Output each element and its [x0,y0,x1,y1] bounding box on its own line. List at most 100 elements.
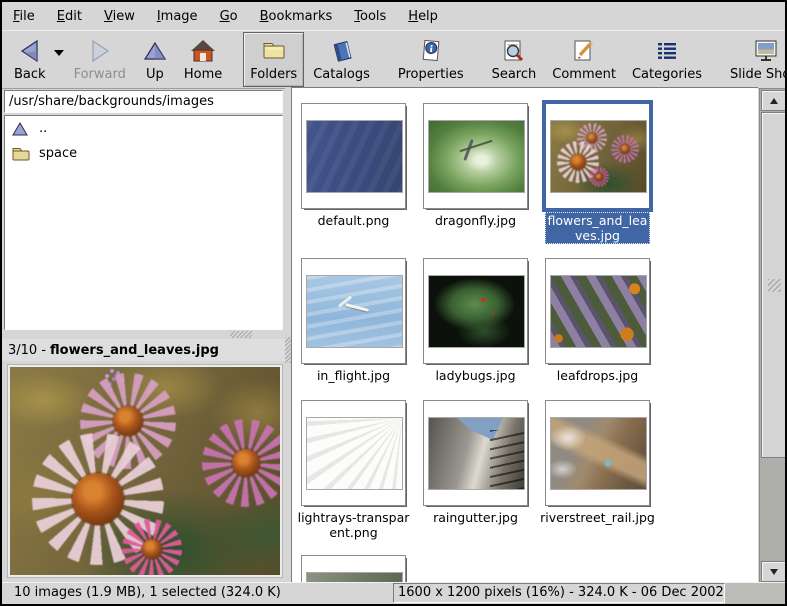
categories-button[interactable]: Categories [625,32,709,87]
categories-label: Categories [632,67,702,82]
slideshow-icon [753,37,779,65]
grid-scrollbar[interactable] [759,88,787,584]
preview-image [8,365,282,577]
properties-button[interactable]: Properties [391,32,471,87]
thumbnail-card[interactable] [301,400,406,506]
splitter-grip [230,331,252,338]
image-info-status: 1600 x 1200 pixels (16%) - 324.0 K - 06 … [393,583,725,603]
thumbnail-image [428,417,525,490]
forward-label: Forward [74,67,126,82]
up-icon [142,37,168,65]
preview-art-detail [202,419,282,507]
folders-button[interactable]: Folders [243,32,304,87]
menu-bookmarks[interactable]: Bookmarks [249,4,344,29]
menu-help[interactable]: Help [397,4,449,29]
menu-tools[interactable]: Tools [343,4,397,29]
scroll-up-icon [770,98,778,104]
back-label: Back [14,67,46,82]
position-text: 3/10 - [8,343,46,358]
image-count-status: 10 images (1.9 MB), 1 selected (324.0 K) [14,585,281,600]
preview-art-detail [110,369,114,373]
thumbnail-card[interactable] [545,400,650,506]
toolbar: Back Forward Up Home Folders [2,30,785,89]
menu-image[interactable]: Image [146,4,209,29]
thumbnail-label[interactable]: dragonfly.jpg [416,213,535,228]
folder-list[interactable]: .. space [4,115,283,330]
thumbnail-art-detail [589,167,609,187]
thumbnail-image [306,417,403,490]
thumbnail-label-selected[interactable]: flowers_and_leaves.jpg [545,212,650,244]
thumbnail-image [550,275,647,348]
home-button[interactable]: Home [177,32,229,87]
up-label: Up [146,67,164,82]
thumbnail-card[interactable] [301,103,406,209]
thumbnail-image [550,417,647,490]
thumbnail-label[interactable]: raingutter.jpg [416,510,535,525]
thumbnail-label[interactable]: ladybugs.jpg [416,368,535,383]
main-area: .. space 3/10 - flowers_and_leaves.jpg [2,87,787,586]
thumbnail-label[interactable]: default.png [294,213,413,228]
thumbnail-label[interactable]: leafdrops.jpg [538,368,657,383]
home-label: Home [184,67,222,82]
folder-list-item-label: .. [39,121,47,136]
categories-icon [654,37,680,65]
left-pane: .. space 3/10 - flowers_and_leaves.jpg [2,87,285,586]
search-icon [501,37,527,65]
menu-edit[interactable]: Edit [46,4,93,29]
thumbnail-art-detail [611,135,639,163]
thumbnail-image [550,120,647,193]
thumbnail-label[interactable]: lightrays-transparent.png [294,510,413,540]
menu-go[interactable]: Go [209,4,249,29]
menubar: File Edit View Image Go Bookmarks Tools … [2,2,785,30]
browser-position-status: 3/10 - flowers_and_leaves.jpg [2,339,291,361]
forward-button: Forward [67,32,133,87]
thumbnail-image [306,275,403,348]
location-path-input[interactable] [4,90,283,113]
scrollbar-thumb[interactable] [761,112,786,458]
slide-show-button[interactable]: Slide Show [723,32,787,87]
folder-list-item-label: space [39,146,77,161]
search-label: Search [492,67,537,82]
thumbnail-card[interactable] [423,258,528,364]
home-icon [190,37,216,65]
selected-filename: flowers_and_leaves.jpg [50,343,219,358]
up-button[interactable]: Up [135,32,175,87]
comment-icon [571,37,597,65]
back-history-dropdown-icon[interactable] [54,50,64,56]
thumbnail-label[interactable]: riverstreet_rail.jpg [538,510,657,525]
thumbnail-label[interactable]: in_flight.jpg [294,368,413,383]
thumbnail-card[interactable] [545,258,650,364]
search-button[interactable]: Search [485,32,544,87]
horizontal-splitter[interactable] [2,330,285,339]
thumbnail-card-partial[interactable] [301,555,406,584]
scroll-up-button[interactable] [761,90,786,111]
preview-art-detail [122,519,182,577]
thumbnail-card[interactable] [423,103,528,209]
menu-view[interactable]: View [93,4,146,29]
scroll-down-icon [770,569,778,575]
scroll-down-button[interactable] [761,561,786,582]
menu-file[interactable]: File [2,4,46,29]
gthumb-window: File Edit View Image Go Bookmarks Tools … [0,0,787,606]
properties-icon [418,37,444,65]
thumbnail-card-selected[interactable] [545,103,650,209]
folders-icon [261,37,287,65]
folder-list-item-parent[interactable]: .. [5,116,282,141]
scrollbar-grip [768,279,781,292]
back-button[interactable]: Back [7,32,53,87]
folders-label: Folders [250,67,297,82]
thumbnail-image [306,120,403,193]
back-icon [17,37,43,65]
properties-label: Properties [398,67,464,82]
folder-list-item-space[interactable]: space [5,141,282,166]
statusbar: 10 images (1.9 MB), 1 selected (324.0 K)… [2,582,787,604]
catalogs-button[interactable]: Catalogs [306,32,377,87]
catalogs-icon [329,37,355,65]
thumbnail-card[interactable] [423,400,528,506]
folder-icon [11,145,31,163]
thumbnail-card[interactable] [301,258,406,364]
thumbnail-grid: default.png dragonfly.jpg flowers_and_le… [291,87,758,584]
thumbnail-image [428,120,525,193]
slide-show-label: Slide Show [730,67,787,82]
comment-button[interactable]: Comment [545,32,623,87]
